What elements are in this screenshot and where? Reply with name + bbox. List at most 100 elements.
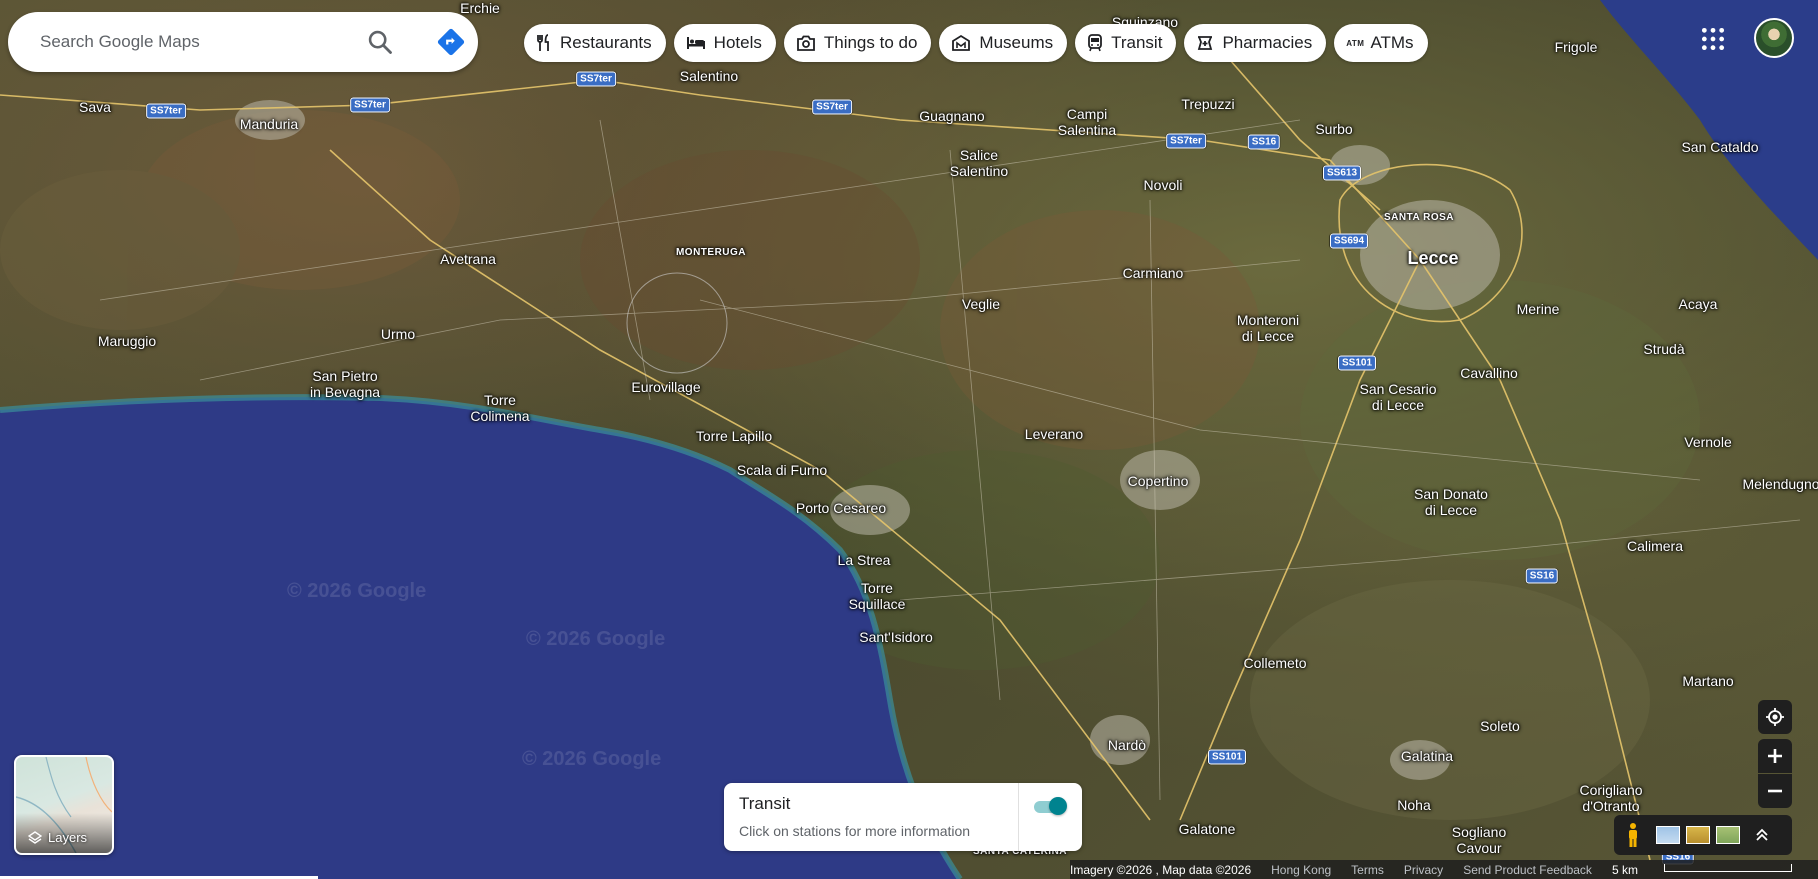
- place-label[interactable]: Campi Salentina: [1058, 106, 1116, 138]
- road-shield: SS7ter: [812, 99, 852, 115]
- chevron-up-icon[interactable]: [1754, 827, 1770, 843]
- chip-things-to-do[interactable]: Things to do: [783, 24, 932, 62]
- place-label[interactable]: Cavallino: [1460, 365, 1518, 381]
- place-label[interactable]: Corigliano d'Otranto: [1579, 782, 1642, 814]
- layers-button[interactable]: Layers: [14, 755, 114, 855]
- place-label[interactable]: La Strea: [838, 552, 891, 568]
- satellite-map[interactable]: © 2026 Google © 2026 Google © 2026 Googl…: [0, 0, 1818, 879]
- chip-atms[interactable]: ATM ATMs: [1334, 24, 1428, 62]
- transit-toggle[interactable]: [1032, 795, 1068, 817]
- map-thumbnail[interactable]: [1716, 826, 1740, 844]
- chip-restaurants[interactable]: Restaurants: [524, 24, 666, 62]
- zoom-out-button[interactable]: [1758, 774, 1792, 808]
- road-shield: SS101: [1207, 749, 1247, 765]
- place-label[interactable]: Erchie: [460, 0, 500, 16]
- place-label[interactable]: San Pietro in Bevagna: [310, 368, 380, 400]
- place-label[interactable]: Merine: [1517, 301, 1560, 317]
- place-label[interactable]: Veglie: [962, 296, 1000, 312]
- directions-icon[interactable]: [436, 27, 466, 57]
- place-label[interactable]: Sant'Isidoro: [859, 629, 933, 645]
- place-label[interactable]: SANTA ROSA: [1384, 210, 1454, 226]
- search-box[interactable]: [8, 12, 478, 72]
- place-label[interactable]: Monteroni di Lecce: [1237, 312, 1299, 344]
- place-label[interactable]: Salentino: [680, 68, 738, 84]
- place-label[interactable]: Strudà: [1643, 341, 1684, 357]
- place-label[interactable]: Guagnano: [919, 108, 984, 124]
- apps-grid-icon[interactable]: [1700, 26, 1726, 52]
- place-label[interactable]: Noha: [1397, 797, 1430, 813]
- place-label[interactable]: Novoli: [1144, 177, 1183, 193]
- attribution-text: Imagery ©2026 , Map data ©2026: [1070, 862, 1252, 877]
- museum-icon: [952, 34, 971, 51]
- restaurant-icon: [537, 34, 549, 51]
- place-label[interactable]: Calimera: [1627, 538, 1683, 554]
- chip-transit[interactable]: Transit: [1075, 24, 1177, 62]
- place-label[interactable]: Acaya: [1679, 296, 1718, 312]
- zoom-in-button[interactable]: [1758, 739, 1792, 773]
- transit-card-subtitle: Click on stations for more information: [739, 823, 971, 839]
- place-label[interactable]: Vernole: [1684, 434, 1731, 450]
- place-label[interactable]: Surbo: [1315, 121, 1352, 137]
- place-label[interactable]: Urmo: [381, 326, 415, 342]
- road-shield: SS7ter: [1166, 133, 1206, 149]
- search-icon[interactable]: [366, 28, 394, 56]
- place-label-lecce[interactable]: Lecce: [1407, 249, 1458, 267]
- privacy-link[interactable]: Privacy: [1404, 863, 1443, 877]
- place-label[interactable]: Martano: [1682, 673, 1733, 689]
- terrain-thumbnail[interactable]: [1686, 826, 1710, 844]
- place-label[interactable]: Copertino: [1128, 473, 1189, 489]
- place-label[interactable]: Avetrana: [440, 251, 496, 267]
- chip-label: Museums: [979, 33, 1054, 52]
- place-label[interactable]: Torre Squillace: [849, 580, 906, 612]
- map-watermark: © 2026 Google: [526, 628, 666, 650]
- place-label[interactable]: Torre Lapillo: [696, 428, 772, 444]
- road-shield: SS7ter: [146, 103, 186, 119]
- pegman-icon[interactable]: [1624, 822, 1642, 848]
- place-label[interactable]: Melendugno: [1742, 476, 1818, 492]
- place-label[interactable]: Nardò: [1108, 737, 1146, 753]
- road-shield: SS16: [1247, 134, 1281, 150]
- my-location-button[interactable]: [1758, 700, 1792, 734]
- scale-bar[interactable]: [1664, 864, 1792, 872]
- chip-label: Hotels: [713, 33, 762, 52]
- place-label[interactable]: Maruggio: [98, 333, 156, 349]
- place-label[interactable]: MONTERUGA: [676, 245, 746, 261]
- place-label[interactable]: Soleto: [1480, 718, 1520, 734]
- camera-icon: [796, 35, 815, 51]
- place-label[interactable]: Manduria: [240, 116, 298, 132]
- terms-link[interactable]: Terms: [1351, 863, 1384, 877]
- place-label[interactable]: Collemeto: [1243, 655, 1306, 671]
- place-label[interactable]: Sogliano Cavour: [1452, 824, 1507, 856]
- imagery-thumbnail[interactable]: [1656, 826, 1680, 844]
- place-label[interactable]: Galatina: [1401, 748, 1453, 764]
- place-label[interactable]: Torre Colimena: [470, 392, 529, 424]
- chip-label: Transit: [1111, 33, 1163, 52]
- region-link[interactable]: Hong Kong: [1271, 863, 1331, 877]
- chip-label: Things to do: [823, 33, 918, 52]
- place-label[interactable]: Sava: [79, 99, 111, 115]
- transit-layer-card: Transit Click on stations for more infor…: [724, 783, 1082, 851]
- chip-museums[interactable]: Museums: [939, 24, 1068, 62]
- road-shield: SS613: [1322, 165, 1362, 181]
- place-label[interactable]: Salice Salentino: [950, 147, 1008, 179]
- place-label[interactable]: Scala di Furno: [737, 462, 827, 478]
- place-label[interactable]: San Cesario di Lecce: [1359, 381, 1436, 413]
- avatar[interactable]: [1754, 18, 1794, 58]
- place-label[interactable]: Eurovillage: [631, 379, 700, 395]
- place-label[interactable]: Trepuzzi: [1181, 96, 1234, 112]
- road-shield: SS694: [1329, 233, 1369, 249]
- place-label[interactable]: Porto Cesareo: [796, 500, 886, 516]
- chip-hotels[interactable]: Hotels: [673, 24, 776, 62]
- place-label[interactable]: Frigole: [1555, 39, 1598, 55]
- feedback-link[interactable]: Send Product Feedback: [1463, 863, 1592, 877]
- chip-label: Restaurants: [560, 33, 652, 52]
- place-label[interactable]: Galatone: [1179, 821, 1236, 837]
- place-label[interactable]: Carmiano: [1123, 265, 1184, 281]
- search-input[interactable]: [38, 31, 342, 53]
- chip-pharmacies[interactable]: Pharmacies: [1184, 24, 1327, 62]
- scale-label[interactable]: 5 km: [1612, 863, 1638, 877]
- place-label[interactable]: San Cataldo: [1681, 139, 1758, 155]
- layers-icon: [28, 830, 42, 844]
- place-label[interactable]: San Donato di Lecce: [1414, 486, 1488, 518]
- place-label[interactable]: Leverano: [1025, 426, 1083, 442]
